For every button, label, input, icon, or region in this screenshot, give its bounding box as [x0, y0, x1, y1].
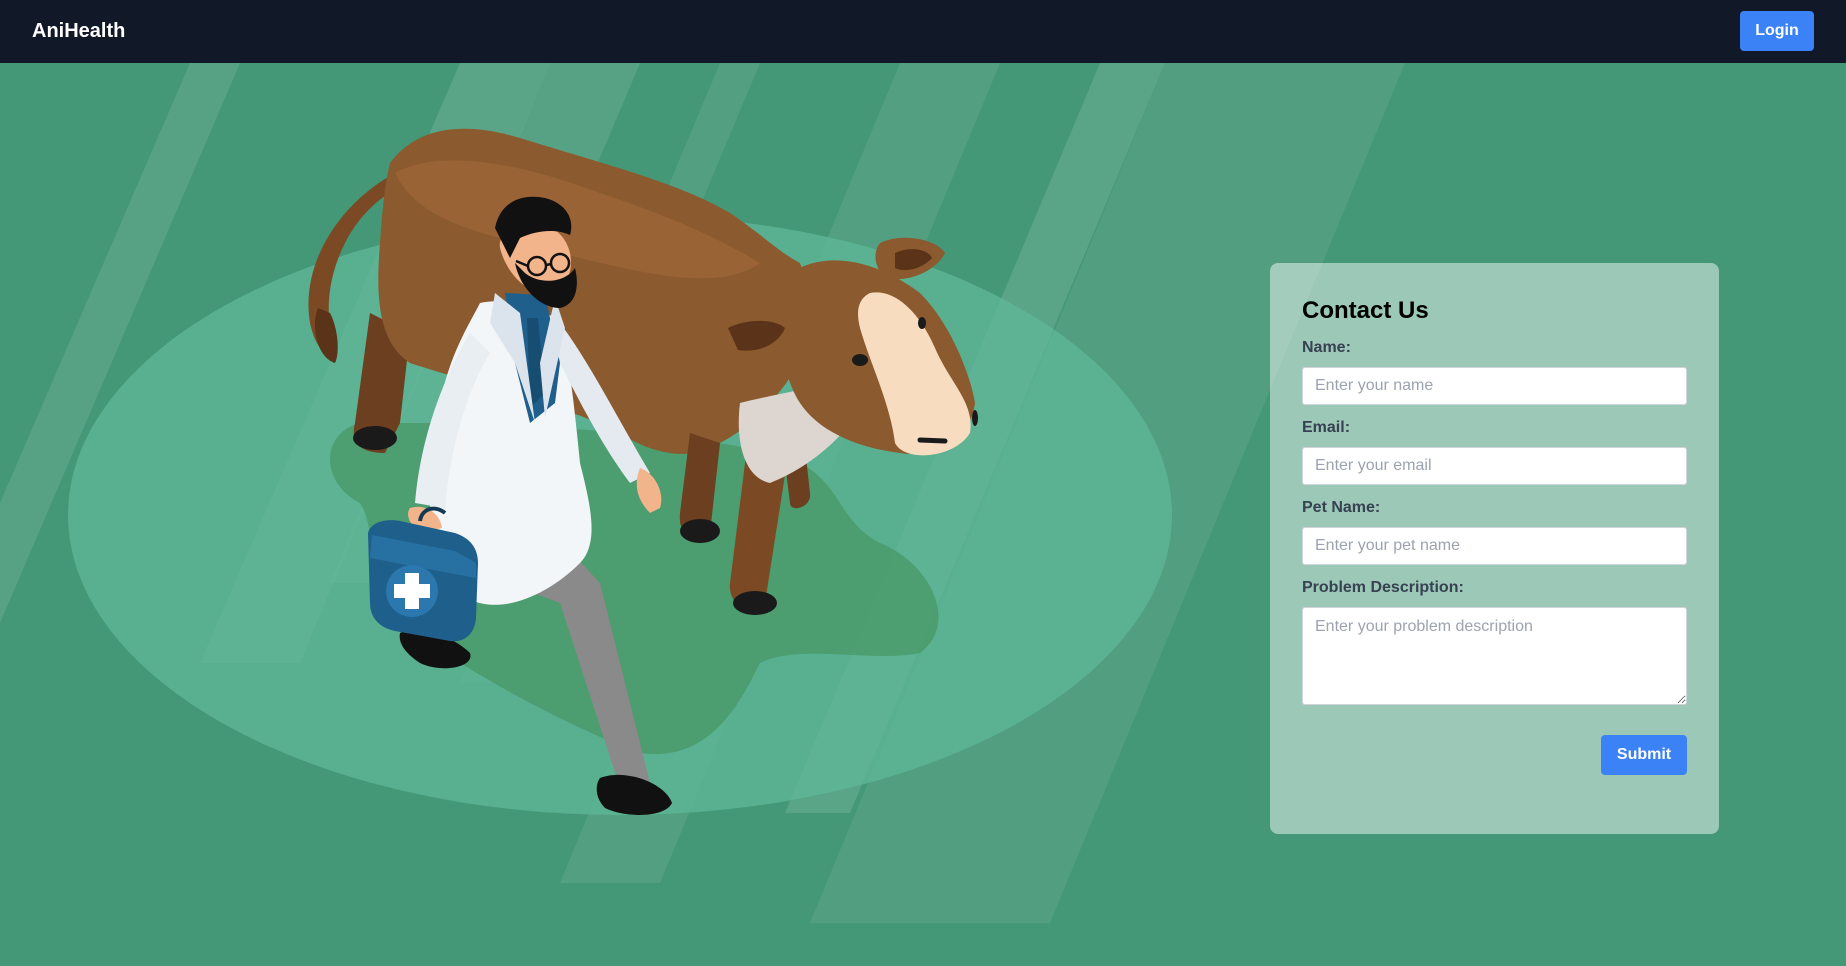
pet-name-field-group: Pet Name:: [1302, 497, 1687, 565]
problem-description-label: Problem Description:: [1302, 579, 1464, 596]
brand-logo[interactable]: AniHealth: [32, 0, 125, 63]
email-field-group: Email:: [1302, 417, 1687, 485]
name-label: Name:: [1302, 339, 1351, 356]
email-input[interactable]: [1302, 447, 1687, 485]
name-input[interactable]: [1302, 367, 1687, 405]
pet-name-input[interactable]: [1302, 527, 1687, 565]
navbar: AniHealth Login: [0, 0, 1846, 63]
contact-form-card: Contact Us Name: Email: Pet Name: Proble…: [1270, 263, 1719, 834]
problem-description-textarea[interactable]: [1302, 607, 1687, 705]
page: AniHealth Login Contact Us Name: Enter y…: [0, 0, 1846, 966]
name-field-group: Name:: [1302, 337, 1687, 405]
login-button[interactable]: Login: [1740, 11, 1814, 51]
submit-row: Submit: [1302, 735, 1687, 775]
submit-button[interactable]: Submit: [1601, 735, 1687, 775]
problem-description-field-group: Problem Description:: [1302, 577, 1687, 705]
email-label: Email:: [1302, 419, 1351, 436]
pet-name-label: Pet Name:: [1302, 499, 1381, 516]
contact-form-title: Contact Us: [1302, 297, 1429, 324]
